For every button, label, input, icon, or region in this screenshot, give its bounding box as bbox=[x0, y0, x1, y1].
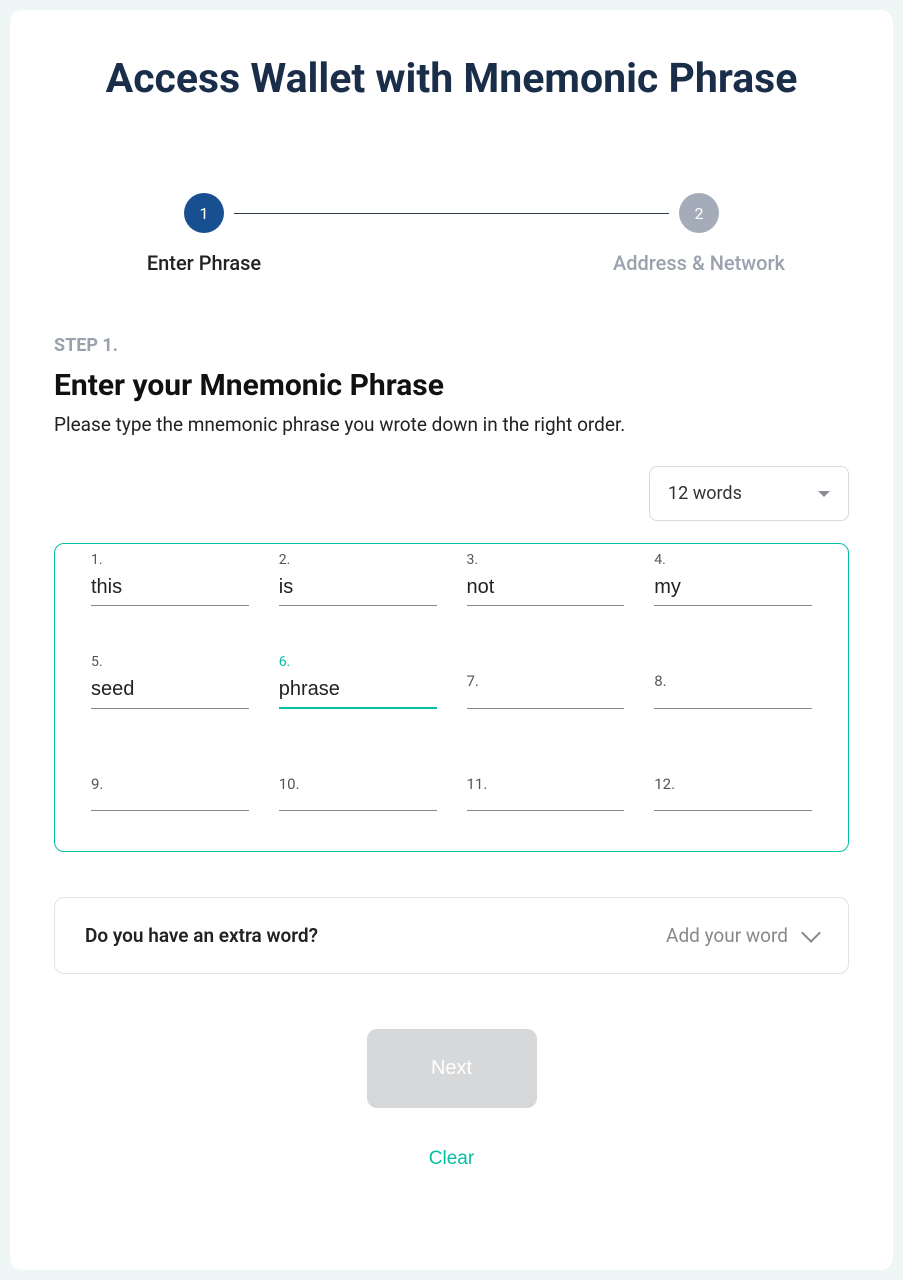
word-count-select[interactable]: 12 words bbox=[649, 466, 849, 521]
word-label-11: 11. bbox=[467, 775, 488, 793]
word-input-7[interactable] bbox=[467, 676, 625, 707]
word-label-4: 4. bbox=[654, 552, 666, 568]
word-label-10: 10. bbox=[279, 775, 300, 793]
word-label-6: 6. bbox=[279, 654, 291, 670]
word-field-6[interactable]: 6. bbox=[279, 676, 437, 709]
dropdown-icon bbox=[818, 491, 830, 497]
chevron-down-icon bbox=[801, 923, 821, 943]
word-field-9[interactable]: 9. bbox=[91, 779, 249, 811]
next-button[interactable]: Next bbox=[367, 1029, 537, 1108]
word-label-7: 7. bbox=[467, 672, 479, 690]
word-input-9[interactable] bbox=[91, 779, 249, 810]
page-title: Access Wallet with Mnemonic Phrase bbox=[54, 55, 849, 103]
word-label-12: 12. bbox=[654, 775, 675, 793]
extra-word-row[interactable]: Do you have an extra word? Add your word bbox=[54, 897, 849, 974]
extra-word-action-label: Add your word bbox=[666, 924, 788, 947]
word-input-1[interactable] bbox=[91, 574, 249, 605]
word-field-10[interactable]: 10. bbox=[279, 779, 437, 811]
word-input-11[interactable] bbox=[467, 779, 625, 810]
extra-word-action[interactable]: Add your word bbox=[666, 924, 818, 947]
word-label-3: 3. bbox=[467, 552, 479, 568]
word-input-8[interactable] bbox=[654, 676, 812, 707]
step-2[interactable]: 2 Address & Network bbox=[599, 193, 799, 275]
clear-button[interactable]: Clear bbox=[409, 1138, 494, 1180]
word-label-9: 9. bbox=[91, 775, 103, 793]
word-input-6[interactable] bbox=[279, 676, 437, 707]
word-field-4[interactable]: 4. bbox=[654, 574, 812, 606]
extra-word-question: Do you have an extra word? bbox=[85, 924, 318, 947]
step-2-label: Address & Network bbox=[613, 251, 785, 275]
wallet-access-card: Access Wallet with Mnemonic Phrase 1 Ent… bbox=[10, 10, 893, 1270]
step-2-circle: 2 bbox=[679, 193, 719, 233]
section-heading: Enter your Mnemonic Phrase bbox=[54, 368, 849, 403]
word-label-2: 2. bbox=[279, 552, 291, 568]
word-count-value: 12 words bbox=[668, 483, 742, 504]
step-1-circle: 1 bbox=[184, 193, 224, 233]
mnemonic-grid: 1. 2. 3. 4. 5. 6. 7. 8. 9. 10. 11. 12. bbox=[54, 543, 849, 852]
word-field-8[interactable]: 8. bbox=[654, 676, 812, 709]
stepper: 1 Enter Phrase 2 Address & Network bbox=[104, 193, 799, 275]
word-input-10[interactable] bbox=[279, 779, 437, 810]
section-description: Please type the mnemonic phrase you wrot… bbox=[54, 413, 849, 436]
word-field-2[interactable]: 2. bbox=[279, 574, 437, 606]
word-field-11[interactable]: 11. bbox=[467, 779, 625, 811]
word-label-5: 5. bbox=[91, 654, 103, 670]
word-input-3[interactable] bbox=[467, 574, 625, 605]
step-1-label: Enter Phrase bbox=[147, 251, 261, 275]
word-input-5[interactable] bbox=[91, 676, 249, 707]
word-field-7[interactable]: 7. bbox=[467, 676, 625, 709]
step-1[interactable]: 1 Enter Phrase bbox=[104, 193, 304, 275]
word-input-4[interactable] bbox=[654, 574, 812, 605]
word-field-12[interactable]: 12. bbox=[654, 779, 812, 811]
word-field-3[interactable]: 3. bbox=[467, 574, 625, 606]
word-input-2[interactable] bbox=[279, 574, 437, 605]
step-indicator: STEP 1. bbox=[54, 335, 849, 356]
word-field-5[interactable]: 5. bbox=[91, 676, 249, 709]
word-input-12[interactable] bbox=[654, 779, 812, 810]
word-label-1: 1. bbox=[91, 552, 103, 568]
word-label-8: 8. bbox=[654, 672, 666, 690]
word-field-1[interactable]: 1. bbox=[91, 574, 249, 606]
